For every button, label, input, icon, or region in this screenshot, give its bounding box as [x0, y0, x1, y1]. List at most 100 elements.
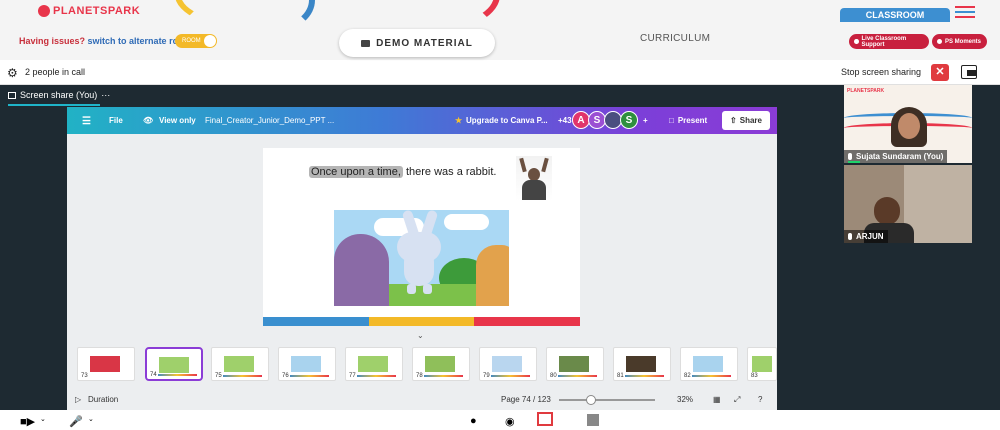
sign-language-image [516, 156, 552, 201]
stop-sharing-button[interactable]: ✕ [931, 64, 949, 81]
present-button[interactable]: □ Present [663, 111, 713, 130]
highlighted-text: Once upon a time, [309, 166, 403, 178]
thumbnail-image [358, 356, 388, 372]
audio-level-indicator [848, 161, 860, 163]
thumbnail-image [559, 356, 589, 372]
issues-text: Having issues? [19, 36, 86, 46]
file-menu[interactable]: File [109, 116, 123, 125]
stop-share-icon[interactable] [537, 412, 553, 426]
thumbnail[interactable]: 81 [613, 347, 671, 381]
menu-icon[interactable] [955, 6, 975, 21]
camera-icon[interactable]: ■▶ [20, 415, 35, 428]
slide-text: Once upon a time, there was a rabbit. [309, 166, 496, 178]
thumbnail-bar [490, 375, 530, 377]
collaborator-avatar[interactable]: S [620, 111, 638, 129]
moments-icon [937, 39, 942, 44]
room-toggle[interactable]: ROOM [175, 34, 217, 48]
live-support-label: Live Classroom Support [861, 35, 907, 48]
eye-icon: 👁 [143, 116, 154, 125]
support-icon [854, 39, 859, 44]
view-only-label[interactable]: View only [159, 116, 196, 125]
thumbnail[interactable]: 82 [680, 347, 738, 381]
logo-icon [38, 5, 50, 17]
logo-text: PLANETSPARK [53, 5, 141, 17]
ps-moments-button[interactable]: PS Moments [932, 34, 987, 49]
layout-icon[interactable] [961, 65, 977, 79]
stop-sharing-label: Stop screen sharing [841, 67, 922, 77]
thumbnail-bar [222, 375, 262, 377]
participant-name: Sujata Sundaram (You) [856, 152, 944, 161]
present-icon: □ [669, 116, 674, 125]
zoom-slider[interactable] [559, 395, 655, 405]
demo-material-button[interactable]: DEMO MATERIAL [339, 29, 495, 57]
video-tile-participant[interactable]: ARJUN [844, 165, 972, 243]
video-tile-self[interactable]: PLANETSPARK Sujata Sundaram (You) [844, 85, 972, 163]
upload-icon: ⇧ [730, 116, 737, 125]
thumbnail[interactable]: 83 [747, 347, 777, 381]
chevron-down-icon[interactable]: ⌄ [88, 415, 94, 423]
canva-footer: ▷ Duration Page 74 / 123 32% ▦ ⤢ ? [67, 390, 777, 410]
thumbnail[interactable]: 77 [345, 347, 403, 381]
stage: Screen share (You) ··· ☰ File 👁 View onl… [0, 85, 1000, 410]
background-wall [904, 165, 972, 243]
thumbnail-bar [157, 374, 197, 376]
screen-share-header: Screen share (You) ··· [8, 90, 110, 100]
chevron-down-icon[interactable]: ⌄ [40, 415, 46, 423]
planetspark-logo: PLANETSPARK [38, 5, 140, 17]
collaborator-count: +43 [558, 116, 572, 125]
thumbnail[interactable]: 73 [77, 347, 135, 381]
slide-color-bar [263, 317, 581, 326]
document-title[interactable]: Final_Creator_Junior_Demo_PPT ... [205, 116, 334, 125]
curriculum-tab[interactable]: CURRICULUM [640, 33, 710, 44]
more-options-icon[interactable]: ··· [101, 90, 110, 100]
thumbnail-bar [289, 375, 329, 377]
zoom-slider-handle[interactable] [586, 395, 596, 405]
grid-view-icon[interactable]: ▦ [713, 395, 721, 404]
whiteboard-icon[interactable] [587, 414, 599, 426]
duration-button[interactable]: Duration [88, 395, 118, 404]
thumbnail[interactable]: 76 [278, 347, 336, 381]
tab-indicator [8, 104, 100, 106]
share-label: Share [739, 116, 762, 125]
hamburger-icon[interactable]: ☰ [82, 116, 91, 127]
cloud [444, 214, 489, 230]
thumbnail-number: 80 [549, 373, 558, 379]
thumbnail-number: 73 [80, 373, 89, 379]
upgrade-button[interactable]: Upgrade to Canva P... [466, 116, 548, 125]
microphone-icon[interactable]: 🎤 [69, 415, 83, 428]
thumbnail[interactable]: 75 [211, 347, 269, 381]
live-support-button[interactable]: Live Classroom Support [849, 34, 929, 49]
participant-name: ARJUN [856, 232, 884, 241]
zoom-level[interactable]: 32% [677, 395, 693, 404]
thumbnail-image [224, 356, 254, 372]
app-root: PLANETSPARK Having issues? switch to alt… [0, 0, 1000, 430]
thumbnail[interactable]: 78 [412, 347, 470, 381]
participant-name-tag: ARJUN [844, 230, 888, 243]
thumbnail-image [626, 356, 656, 372]
gear-icon[interactable]: ⚙ [7, 66, 18, 80]
signer-arm [541, 157, 549, 173]
bottom-controls: ■▶ ⌄ 🎤 ⌄ ● ◉ [0, 410, 1000, 430]
chat-icon[interactable]: ◉ [505, 415, 515, 428]
thumbnail-selected[interactable]: 74 [145, 347, 203, 381]
add-collaborator-icon[interactable]: + [643, 116, 648, 125]
classroom-tab[interactable]: CLASSROOM [840, 8, 950, 22]
screen-share-title: Screen share (You) [20, 90, 98, 100]
participants-icon[interactable]: ● [470, 415, 477, 427]
thumbnail[interactable]: 80 [546, 347, 604, 381]
thumbnail-image [492, 356, 522, 372]
thumbnail-number: 74 [149, 372, 158, 378]
thumbnail-number: 81 [616, 373, 625, 379]
people-count: 2 people in call [25, 67, 86, 77]
thumbnail-number: 82 [683, 373, 692, 379]
duration-icon[interactable]: ▷ [75, 395, 81, 404]
signer-body [522, 180, 546, 200]
thumbnail-number: 79 [482, 373, 491, 379]
bunny-leg [407, 284, 416, 294]
thumbnail[interactable]: 79 [479, 347, 537, 381]
top-header: PLANETSPARK Having issues? switch to alt… [0, 0, 1000, 60]
share-button[interactable]: ⇧ Share [722, 111, 770, 130]
thumbnail-image [752, 356, 772, 372]
fullscreen-icon[interactable]: ⤢ [734, 395, 740, 405]
help-icon[interactable]: ? [758, 395, 762, 404]
